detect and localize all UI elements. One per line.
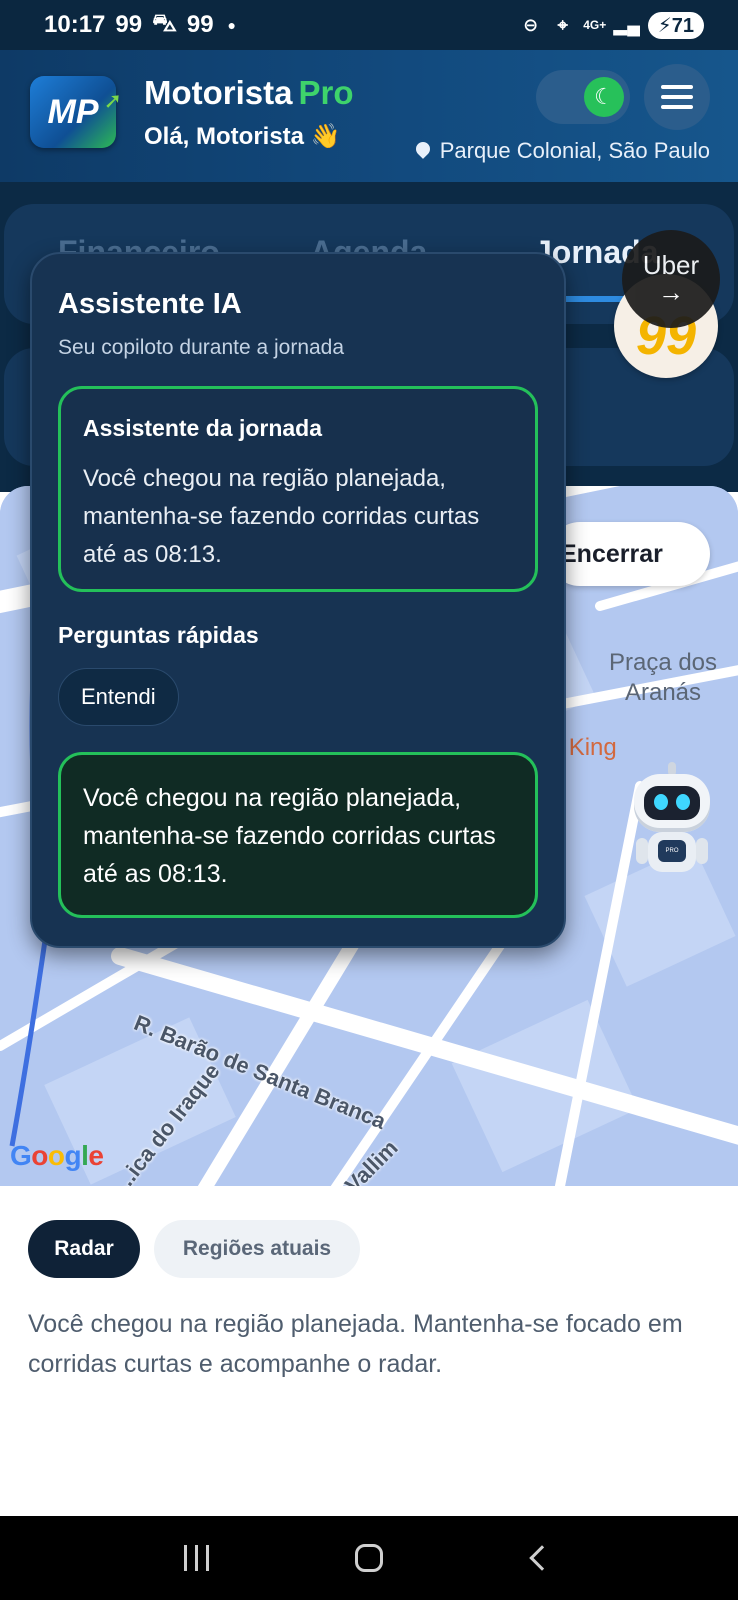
home-button[interactable] [339,1528,399,1588]
back-icon [528,1545,555,1571]
google-logo: Google [10,1140,104,1171]
poi-praca-label: Praça dos Aranás [608,649,718,706]
quick-questions-title: Perguntas rápidas [58,622,259,648]
menu-line [661,85,693,89]
back-button[interactable] [512,1528,572,1588]
radar-tab[interactable]: Radar [28,1220,140,1278]
menu-line [661,105,693,109]
menu-line [661,95,693,99]
app-title-main: Motorista [144,74,293,111]
location-icon: ⌖ [557,14,568,35]
journey-box-text: Você chegou na região planejada, mantenh… [83,465,480,568]
battery-icon: ⚡71 [647,11,704,39]
battery-level: 71 [671,14,694,37]
network-type-icon: 4G+ [583,18,607,32]
assistant-card: Assistente IA Seu copiloto durante a jor… [30,252,566,948]
greeting: Olá, Motorista 👋 [144,123,341,150]
app-logo: MP ➚ [30,76,122,148]
theme-toggle[interactable]: ☾ [536,70,630,124]
system-nav-bar [0,1516,738,1600]
logo-arrow-icon: ➚ [103,88,122,113]
more-notifications-dot-icon: ● [227,17,237,33]
regions-tab[interactable]: Regiões atuais [154,1220,360,1278]
recents-button[interactable] [166,1528,226,1588]
app-header: MP ➚ Motorista Pro Olá, Motorista 👋 ☾ Par… [0,50,738,182]
encerrar-button[interactable]: Encerrar [548,522,710,586]
assistant-message: Você chegou na região planejada, mantenh… [58,752,538,918]
radar-description: Você chegou na região planejada. Mantenh… [28,1310,683,1378]
location-pin-icon [416,142,430,160]
menu-button[interactable] [644,64,710,130]
status-right: ⊖ ⌖ 4G+ ▂▄ ⚡71 [520,11,704,39]
logo-text: MP [47,92,99,131]
journey-assistant-box: Assistente da jornada Você chegou na reg… [58,386,538,592]
location-indicator: Parque Colonial, São Paulo [416,138,710,164]
app-title-accent: Pro [298,74,354,111]
app-title: Motorista Pro [144,74,354,112]
journey-box-title: Assistente da jornada [83,415,323,441]
status-left: 10:17 99 ⛍ 99 ● [44,10,236,40]
home-icon [354,1544,383,1572]
car-notification-icon: ⛍ [152,10,177,37]
status-bar: 10:17 99 ⛍ 99 ● ⊖ ⌖ 4G+ ▂▄ ⚡71 [0,0,738,50]
do-not-disturb-icon: ⊖ [523,14,539,35]
signal-icon: ▂▄ [613,14,641,35]
assistant-title: Assistente IA [58,288,242,320]
bottom-sheet: Radar Regiões atuais Você chegou na regi… [0,1186,738,1516]
location-text: Parque Colonial, São Paulo [439,138,710,163]
recents-icon [183,1545,209,1571]
uber-bubble[interactable]: Uber → [622,230,720,328]
assistant-subtitle: Seu copiloto durante a jornada [58,336,345,359]
moon-icon: ☾ [584,77,624,117]
notification-99-icon-2: 99 [186,11,214,38]
status-time: 10:17 [44,11,106,38]
robot-assistant-icon[interactable]: PRO [630,762,714,882]
arrow-right-icon: → [658,277,684,307]
notification-99-icon: 99 [115,11,143,38]
quick-reply-entendi[interactable]: Entendi [58,668,179,726]
